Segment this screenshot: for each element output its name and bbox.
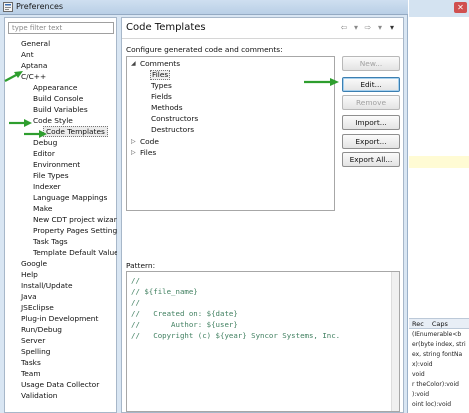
- collapse-icon[interactable]: ◢: [131, 59, 136, 69]
- tree-item-tasks[interactable]: Tasks: [21, 357, 41, 368]
- preferences-window: Preferences General Ant Aptana C/C++ App…: [0, 0, 408, 413]
- tree-item-validation[interactable]: Validation: [21, 390, 58, 401]
- tree-item-java[interactable]: Java: [21, 291, 37, 302]
- template-node-constructors[interactable]: Constructors: [151, 114, 198, 124]
- tree-item-build-variables[interactable]: Build Variables: [33, 104, 88, 115]
- tree-item-team[interactable]: Team: [21, 368, 41, 379]
- tree-item-ant[interactable]: Ant: [21, 49, 34, 60]
- tree-item-language-mappings[interactable]: Language Mappings: [33, 192, 107, 203]
- dropdown-icon[interactable]: ▾: [353, 24, 359, 32]
- code-line: ):void: [412, 391, 430, 398]
- template-node-files[interactable]: Files: [150, 70, 171, 80]
- tab-caps[interactable]: Caps: [429, 319, 451, 329]
- tree-item-indexer[interactable]: Indexer: [33, 181, 61, 192]
- template-node-fields[interactable]: Fields: [151, 92, 172, 102]
- pattern-label: Pattern:: [126, 261, 156, 270]
- pattern-line: // Author: ${user}: [131, 320, 238, 329]
- tab-rec[interactable]: Rec: [409, 319, 427, 329]
- pattern-editor[interactable]: // // ${file_name} // // Created on: ${d…: [126, 271, 400, 412]
- background-editor: ✕ Rec Caps (IEnumerable<b er(byte index,…: [409, 0, 469, 413]
- remove-button[interactable]: Remove: [342, 95, 400, 110]
- annotation-arrow-code-templates: [24, 130, 47, 138]
- annotation-arrow-c-cpp: [4, 71, 23, 82]
- pattern-line: // Copyright (c) ${year} Syncor Systems,…: [131, 331, 341, 340]
- pattern-line: // Created on: ${date}: [131, 309, 238, 318]
- tree-item-code-style[interactable]: Code Style: [33, 115, 73, 126]
- tree-item-server[interactable]: Server: [21, 335, 45, 346]
- tree-item-build-console[interactable]: Build Console: [33, 93, 83, 104]
- tree-item-google[interactable]: Google: [21, 258, 47, 269]
- code-line: oint loc):void: [412, 401, 452, 408]
- template-node-methods[interactable]: Methods: [151, 103, 183, 113]
- page-title: Code Templates: [126, 22, 206, 33]
- pattern-line: //: [131, 276, 140, 285]
- code-line: (IEnumerable<b: [412, 331, 462, 338]
- tree-item-spelling[interactable]: Spelling: [21, 346, 50, 357]
- title-bar[interactable]: Preferences: [0, 0, 408, 15]
- template-node-comments[interactable]: Comments: [140, 59, 180, 69]
- code-line: x):void: [412, 361, 433, 368]
- tree-item-property-pages-settings[interactable]: Property Pages Settings: [33, 225, 117, 236]
- tree-item-task-tags[interactable]: Task Tags: [33, 236, 68, 247]
- background-status-tabs: Rec Caps: [409, 318, 469, 329]
- code-line: er(byte index, stri: [412, 341, 466, 348]
- tree-item-file-types[interactable]: File Types: [33, 170, 69, 181]
- tree-item-editor[interactable]: Editor: [33, 148, 55, 159]
- export-all-button[interactable]: Export All...: [342, 152, 400, 167]
- forward-arrow-icon[interactable]: ⇨: [363, 24, 373, 32]
- export-button[interactable]: Export...: [342, 134, 400, 149]
- close-icon[interactable]: ✕: [454, 2, 467, 13]
- pattern-line: //: [131, 298, 140, 307]
- template-node-destructors[interactable]: Destructors: [151, 125, 194, 135]
- tree-item-environment[interactable]: Environment: [33, 159, 80, 170]
- configure-label: Configure generated code and comments:: [126, 45, 283, 54]
- template-node-types[interactable]: Types: [151, 81, 172, 91]
- code-line: void: [412, 371, 425, 378]
- tree-item-code-templates[interactable]: Code Templates: [43, 126, 108, 137]
- template-node-code[interactable]: Code: [140, 137, 159, 147]
- annotation-arrow-code-style: [9, 119, 32, 127]
- code-line: r theColor):void: [412, 381, 459, 388]
- tree-item-usage-data-collector[interactable]: Usage Data Collector: [21, 379, 99, 390]
- annotation-arrow-edit: [304, 78, 339, 86]
- back-arrow-icon[interactable]: ⇦: [339, 24, 349, 32]
- tree-item-general[interactable]: General: [21, 38, 50, 49]
- preferences-app-icon: [3, 2, 13, 12]
- tree-item-jseclipse[interactable]: JSEclipse: [21, 302, 54, 313]
- tree-item-install-update[interactable]: Install/Update: [21, 280, 73, 291]
- tree-item-help[interactable]: Help: [21, 269, 38, 280]
- separator: [122, 38, 403, 39]
- view-menu-icon[interactable]: ▾: [387, 24, 397, 32]
- tree-item-make[interactable]: Make: [33, 203, 52, 214]
- dropdown-icon[interactable]: ▾: [377, 24, 383, 32]
- edit-button[interactable]: Edit...: [342, 77, 400, 92]
- tree-item-template-default-value[interactable]: Template Default Value: [33, 247, 117, 258]
- tree-item-appearance[interactable]: Appearance: [33, 82, 77, 93]
- template-node-files-code[interactable]: Files: [140, 148, 156, 158]
- tree-item-new-cdt-project-wizard[interactable]: New CDT project wizard: [33, 214, 117, 225]
- history-nav: ⇦ ▾ ⇨ ▾ ▾: [339, 24, 397, 32]
- import-button[interactable]: Import...: [342, 115, 400, 130]
- expand-icon[interactable]: ▷: [131, 137, 136, 147]
- window-title: Preferences: [16, 2, 64, 11]
- filter-input[interactable]: [8, 22, 114, 34]
- pattern-scrollbar[interactable]: [391, 272, 399, 411]
- pattern-line: // ${file_name}: [131, 287, 198, 296]
- current-line-highlight: [409, 156, 469, 168]
- expand-icon[interactable]: ▷: [131, 148, 136, 158]
- new-button[interactable]: New...: [342, 56, 400, 71]
- tree-item-plug-in-development[interactable]: Plug-in Development: [21, 313, 98, 324]
- code-templates-page: Code Templates ⇦ ▾ ⇨ ▾ ▾ Configure gener…: [121, 17, 404, 413]
- tree-item-run-debug[interactable]: Run/Debug: [21, 324, 62, 335]
- code-line: ex, string fontNa: [412, 351, 463, 358]
